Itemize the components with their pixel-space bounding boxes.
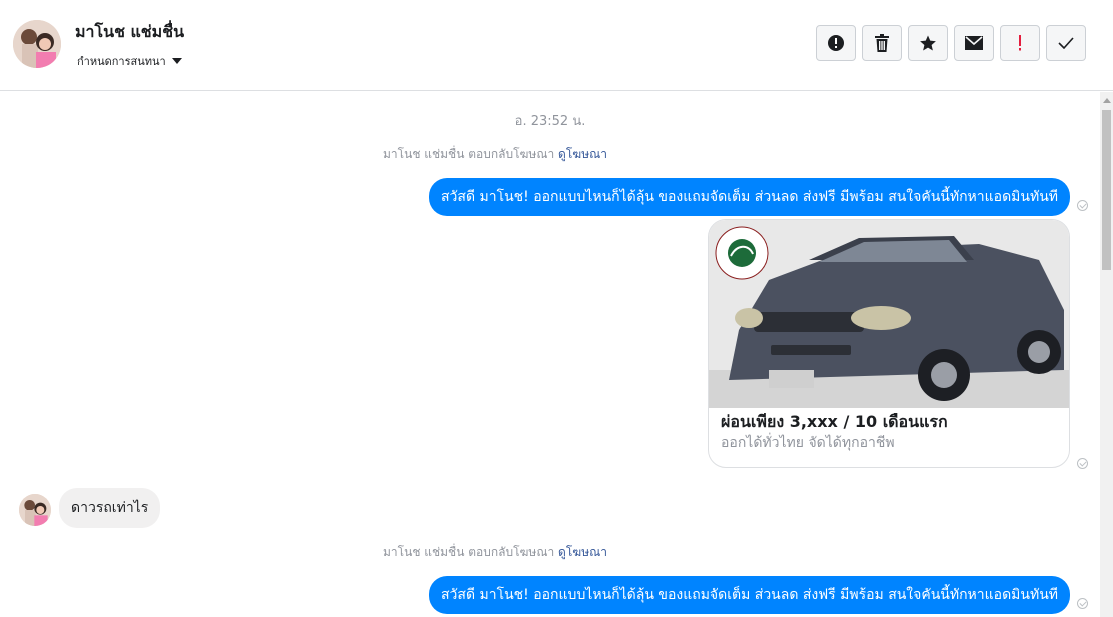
ad-card-subtitle: ออกได้ทั่วไทย จัดได้ทุกอาชีพ	[721, 435, 895, 451]
contact-avatar[interactable]	[13, 20, 61, 68]
star-button[interactable]	[908, 25, 948, 61]
scroll-up-arrow-icon[interactable]	[1103, 98, 1111, 103]
envelope-icon	[965, 36, 983, 50]
outgoing-message-2[interactable]: สวัสดี มาโนช! ออกแบบไหนก็ได้ลุ้น ของแถมจ…	[429, 576, 1070, 614]
conversation-header: มาโนช แช่มชื่น กำหนดการสนทนา	[0, 0, 1113, 91]
timestamp: อ. 23:52 น.	[514, 114, 586, 129]
ad-reply-text-2: มาโนช แช่มชื่น ตอบกลับโฆษณา	[383, 545, 555, 559]
alert-button[interactable]	[816, 25, 856, 61]
delete-button[interactable]	[862, 25, 902, 61]
ad-reply-note: มาโนช แช่มชื่น ตอบกลับโฆษณา ดูโฆษณา	[0, 145, 1045, 164]
message-thread[interactable]: อ. 23:52 น. มาโนช แช่มชื่น ตอบกลับโฆษณา …	[0, 92, 1100, 617]
thread-scrollbar[interactable]	[1100, 92, 1113, 617]
conversation-label-text: กำหนดการสนทนา	[77, 55, 166, 68]
exclamation-icon	[1019, 35, 1021, 51]
conversation-label-dropdown[interactable]: กำหนดการสนทนา	[77, 52, 182, 70]
ad-card[interactable]: ผ่อนเพียง 3,xxx / 10 เดือนแรก ออกได้ทั่ว…	[708, 219, 1070, 468]
star-icon	[920, 35, 936, 51]
alert-circle-icon	[828, 35, 844, 51]
scroll-thumb[interactable]	[1102, 110, 1111, 270]
ad-reply-note-2: มาโนช แช่มชื่น ตอบกลับโฆษณา ดูโฆษณา	[0, 543, 1045, 562]
mark-unread-button[interactable]	[954, 25, 994, 61]
trash-icon	[875, 34, 889, 52]
seen-check-icon	[1077, 458, 1088, 469]
contact-name[interactable]: มาโนช แช่มชื่น	[75, 20, 184, 45]
view-ad-link-2[interactable]: ดูโฆษณา	[558, 545, 607, 559]
ad-reply-text: มาโนช แช่มชื่น ตอบกลับโฆษณา	[383, 147, 555, 161]
check-icon	[1058, 37, 1074, 49]
ad-card-image	[709, 220, 1069, 408]
header-actions	[816, 25, 1086, 61]
seen-check-icon	[1077, 598, 1088, 609]
caret-down-icon	[171, 58, 182, 64]
mark-spam-button[interactable]	[1000, 25, 1040, 61]
view-ad-link[interactable]: ดูโฆษณา	[558, 147, 607, 161]
seen-check-icon	[1077, 200, 1088, 211]
incoming-message-1[interactable]: ดาวรถเท่าไร	[59, 488, 161, 528]
outgoing-message-1[interactable]: สวัสดี มาโนช! ออกแบบไหนก็ได้ลุ้น ของแถมจ…	[429, 178, 1070, 216]
contact-avatar-small[interactable]	[19, 494, 51, 526]
mark-done-button[interactable]	[1046, 25, 1086, 61]
